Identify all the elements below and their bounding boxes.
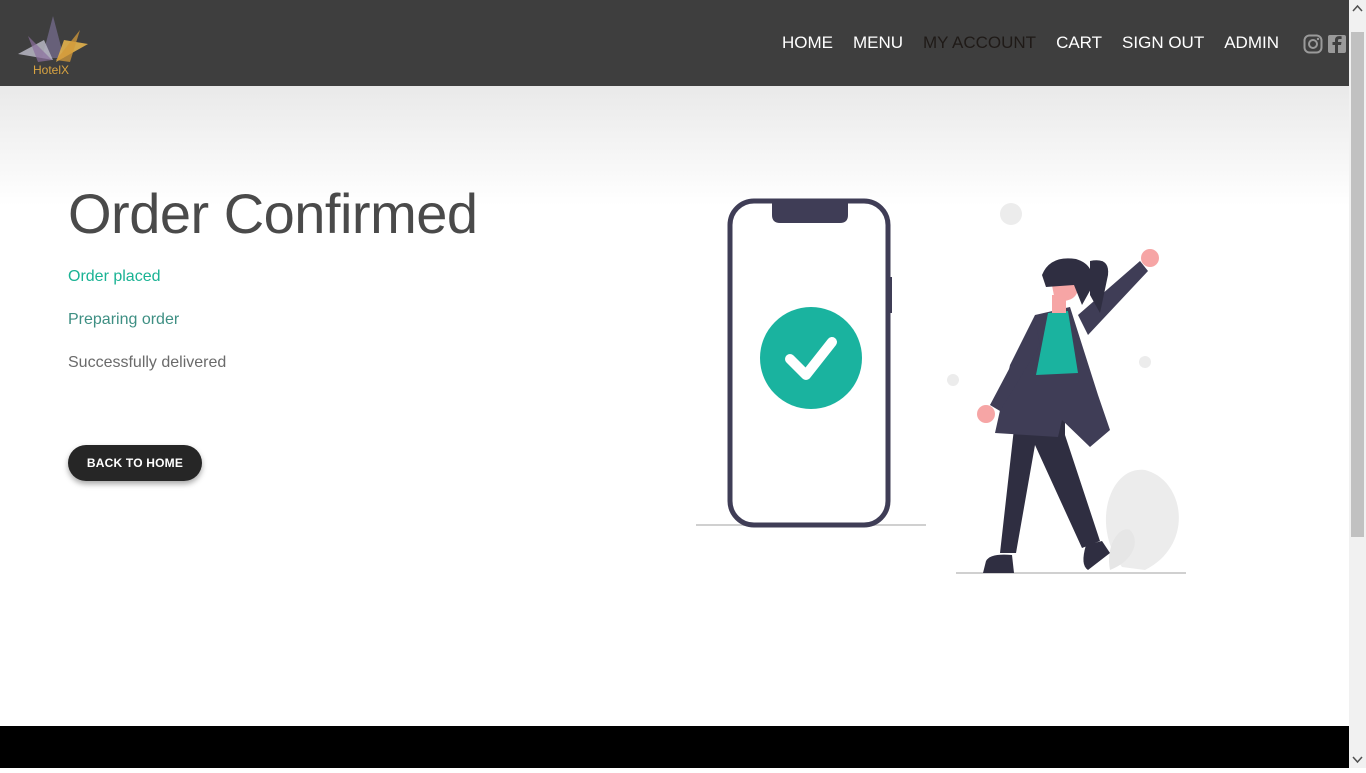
nav-home[interactable]: HOME xyxy=(782,33,833,53)
brand-name: HotelX xyxy=(33,63,70,77)
nav-menu[interactable]: MENU xyxy=(853,33,903,53)
navbar: HotelX HOME MENU MY ACCOUNT CART SIGN OU… xyxy=(0,0,1349,86)
scrollbar-thumb[interactable] xyxy=(1351,32,1364,537)
vertical-scrollbar[interactable] xyxy=(1349,0,1366,768)
page-title: Order Confirmed xyxy=(68,182,478,245)
instagram-icon[interactable] xyxy=(1303,34,1323,54)
order-confirmed-illustration xyxy=(690,195,1200,585)
phone-checkmark-illustration xyxy=(696,198,1186,574)
main-navigation: HOME MENU MY ACCOUNT CART SIGN OUT ADMIN xyxy=(782,0,1279,86)
status-delivered: Successfully delivered xyxy=(68,354,227,371)
status-order-placed: Order placed xyxy=(68,268,161,285)
nav-sign-out[interactable]: SIGN OUT xyxy=(1122,33,1204,53)
nav-cart[interactable]: CART xyxy=(1056,33,1102,53)
social-links xyxy=(1283,34,1349,54)
nav-my-account[interactable]: MY ACCOUNT xyxy=(923,33,1036,53)
scroll-down-icon[interactable] xyxy=(1349,751,1366,768)
back-to-home-button[interactable]: BACK TO HOME xyxy=(68,445,202,481)
scroll-up-icon[interactable] xyxy=(1349,0,1366,17)
page-footer xyxy=(0,726,1349,768)
nav-admin[interactable]: ADMIN xyxy=(1224,33,1279,53)
status-preparing-order: Preparing order xyxy=(68,311,180,328)
facebook-icon[interactable] xyxy=(1327,34,1347,54)
